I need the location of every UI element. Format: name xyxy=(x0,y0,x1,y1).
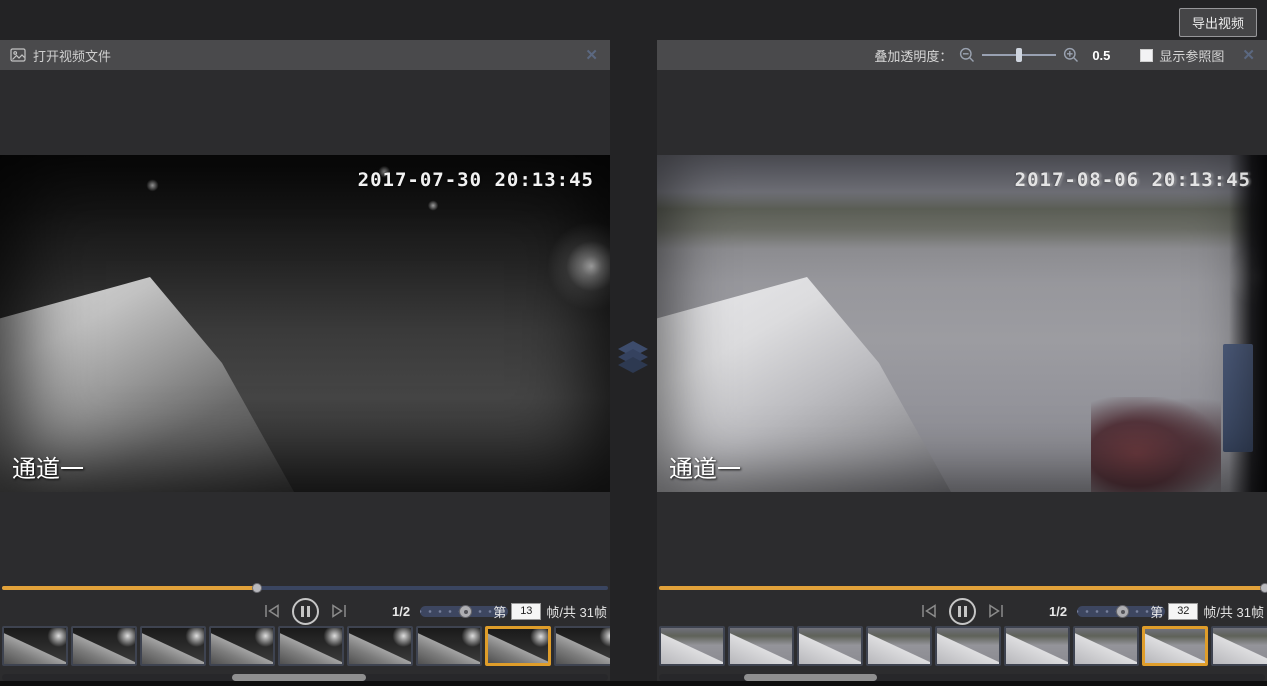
source-video-frame[interactable]: 2017-07-30 20:13:45 通道一 xyxy=(0,155,610,492)
open-video-file-label[interactable]: 打开视频文件 xyxy=(33,46,111,65)
overlay-video-frame[interactable]: 2017-08-06 20:13:45 通道一 xyxy=(657,155,1267,492)
thumbnail[interactable] xyxy=(416,626,482,666)
scrollbar-thumb[interactable] xyxy=(744,674,877,681)
overlay-video-panel: 叠加透明度： 0.5 显示参照图 ✕ 2017-08-06 20:13:45 通… xyxy=(657,40,1267,682)
scrollbar-thumb[interactable] xyxy=(232,674,365,681)
step-forward-icon[interactable] xyxy=(986,603,1006,619)
left-panel-header: 打开视频文件 ✕ xyxy=(0,40,610,70)
speed-value-label: 1/2 xyxy=(1049,604,1067,619)
playback-progress-bar[interactable] xyxy=(659,586,1265,590)
thumbnail-scrollbar[interactable] xyxy=(2,674,608,681)
right-playback-controls: 1/2 第 帧/共 31帧 xyxy=(657,596,1267,626)
magnifier-minus-icon[interactable] xyxy=(959,47,975,63)
channel-name-overlay: 通道一 xyxy=(12,449,84,484)
progress-handle[interactable] xyxy=(252,583,262,593)
step-backward-icon[interactable] xyxy=(919,603,939,619)
speed-slider-handle[interactable] xyxy=(459,605,472,618)
speed-control: 1/2 xyxy=(392,596,508,626)
scene-motorcycle-shape xyxy=(1091,397,1221,492)
playback-progress-bar[interactable] xyxy=(2,586,608,590)
window-bottom-edge xyxy=(0,681,1267,686)
progress-fill xyxy=(659,586,1265,590)
frame-counter: 第 帧/共 31帧 xyxy=(493,596,607,626)
step-forward-icon[interactable] xyxy=(329,603,349,619)
thumbnail[interactable] xyxy=(1211,626,1267,666)
show-reference-label[interactable]: 显示参照图 xyxy=(1159,46,1224,65)
overlay-opacity-label: 叠加透明度： xyxy=(874,46,952,65)
thumbnail-scrollbar[interactable] xyxy=(659,674,1265,681)
speed-control: 1/2 xyxy=(1049,596,1165,626)
frame-total-label: 帧/共 31帧 xyxy=(546,602,607,621)
thumbnail[interactable] xyxy=(728,626,794,666)
thumbnail-selected[interactable] xyxy=(485,626,551,666)
close-icon[interactable]: ✕ xyxy=(583,46,600,64)
transport-controls xyxy=(919,596,1006,626)
thumbnail[interactable] xyxy=(797,626,863,666)
source-video-panel: 打开视频文件 ✕ 2017-07-30 20:13:45 通道一 xyxy=(0,40,610,682)
left-playback-controls: 1/2 第 帧/共 31帧 xyxy=(0,596,610,626)
thumbnail[interactable] xyxy=(554,626,610,666)
thumbnail[interactable] xyxy=(935,626,1001,666)
step-backward-icon[interactable] xyxy=(262,603,282,619)
pause-icon[interactable] xyxy=(949,598,976,625)
frame-prefix-label: 第 xyxy=(493,602,506,621)
progress-handle[interactable] xyxy=(1260,583,1267,593)
transport-controls xyxy=(262,596,349,626)
export-video-button[interactable]: 导出视频 xyxy=(1179,8,1257,37)
channel-name-overlay: 通道一 xyxy=(669,449,741,484)
thumbnail[interactable] xyxy=(1073,626,1139,666)
frame-prefix-label: 第 xyxy=(1150,602,1163,621)
left-thumbnail-strip xyxy=(2,626,610,670)
frame-total-label: 帧/共 31帧 xyxy=(1203,602,1264,621)
image-icon xyxy=(10,47,26,63)
video-timestamp-overlay: 2017-08-06 20:13:45 xyxy=(1015,169,1251,191)
thumbnail[interactable] xyxy=(866,626,932,666)
thumbnail[interactable] xyxy=(209,626,275,666)
speed-value-label: 1/2 xyxy=(392,604,410,619)
thumbnail[interactable] xyxy=(1004,626,1070,666)
speed-slider-handle[interactable] xyxy=(1116,605,1129,618)
layers-icon xyxy=(616,341,650,379)
close-icon[interactable]: ✕ xyxy=(1240,46,1257,64)
progress-fill xyxy=(2,586,257,590)
right-panel-header: 叠加透明度： 0.5 显示参照图 ✕ xyxy=(657,40,1267,70)
show-reference-checkbox[interactable] xyxy=(1140,49,1153,62)
thumbnail[interactable] xyxy=(278,626,344,666)
thumbnail[interactable] xyxy=(2,626,68,666)
thumbnail[interactable] xyxy=(140,626,206,666)
scene-tarp-shape xyxy=(1223,344,1253,452)
thumbnail-selected[interactable] xyxy=(1142,626,1208,666)
thumbnail[interactable] xyxy=(347,626,413,666)
frame-number-input[interactable] xyxy=(1168,603,1198,620)
thumbnail[interactable] xyxy=(659,626,725,666)
video-timestamp-overlay: 2017-07-30 20:13:45 xyxy=(358,169,594,191)
magnifier-plus-icon[interactable] xyxy=(1063,47,1079,63)
opacity-slider[interactable] xyxy=(982,48,1056,62)
pause-icon[interactable] xyxy=(292,598,319,625)
frame-counter: 第 帧/共 31帧 xyxy=(1150,596,1264,626)
opacity-value: 0.5 xyxy=(1092,48,1110,63)
thumbnail[interactable] xyxy=(71,626,137,666)
opacity-slider-handle[interactable] xyxy=(1016,48,1022,62)
right-thumbnail-strip xyxy=(659,626,1267,670)
frame-number-input[interactable] xyxy=(511,603,541,620)
